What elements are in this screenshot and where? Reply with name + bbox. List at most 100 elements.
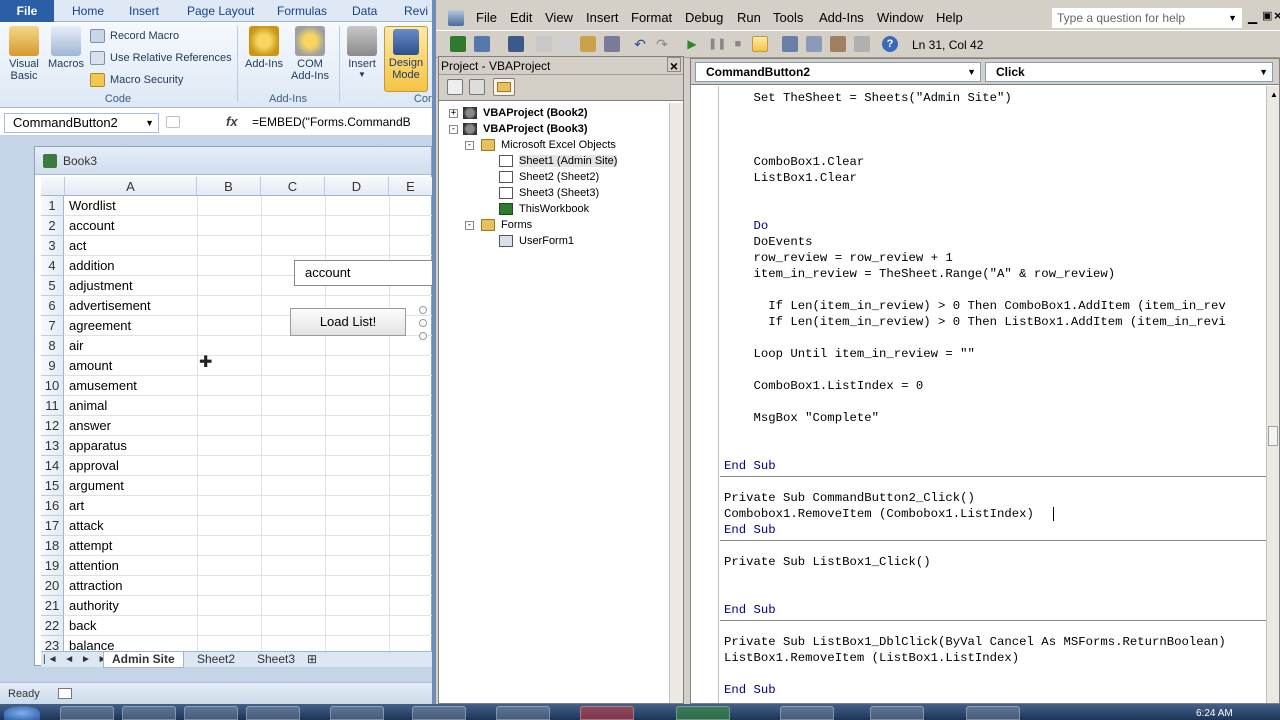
tab-data[interactable]: Data <box>352 0 377 22</box>
view-code-icon[interactable] <box>447 79 463 95</box>
cell-a[interactable]: back <box>65 616 96 636</box>
save-icon[interactable] <box>508 36 524 52</box>
menu-format[interactable]: Format <box>631 10 672 25</box>
formula-resize-handle[interactable] <box>166 116 180 128</box>
taskbar-app[interactable] <box>122 706 176 720</box>
row-header[interactable]: 16 <box>41 496 64 516</box>
menu-run[interactable]: Run <box>737 10 761 25</box>
code-line[interactable]: End Sub <box>724 522 776 538</box>
menu-tools[interactable]: Tools <box>773 10 803 25</box>
cell-a[interactable]: amount <box>65 356 112 376</box>
object-browser-icon[interactable] <box>830 36 846 52</box>
code-line[interactable]: ComboBox1.ListIndex = 0 <box>724 378 924 394</box>
cell-a[interactable]: account <box>65 216 115 236</box>
design-mode-button[interactable]: Design Mode <box>384 26 428 92</box>
project-explorer-icon[interactable] <box>782 36 798 52</box>
addins-button[interactable]: Add-Ins <box>242 26 286 70</box>
row-header[interactable]: 14 <box>41 456 64 476</box>
code-line[interactable]: MsgBox "Complete" <box>724 410 879 426</box>
resize-handle[interactable] <box>419 332 427 340</box>
code-line[interactable]: Set TheSheet = Sheets("Admin Site") <box>724 90 1012 106</box>
cell-a[interactable]: argument <box>65 476 124 496</box>
cell-a[interactable]: attempt <box>65 536 112 556</box>
column-header-a[interactable]: A <box>65 177 197 196</box>
taskbar-app[interactable] <box>330 706 384 720</box>
undo-icon[interactable]: ↶ <box>632 36 648 52</box>
row-header[interactable]: 18 <box>41 536 64 556</box>
row-header[interactable]: 17 <box>41 516 64 536</box>
code-line[interactable]: ListBox1.Clear <box>724 170 857 186</box>
copy-icon[interactable] <box>558 36 574 52</box>
sheet-tab-sheet3[interactable]: Sheet3 <box>249 652 303 668</box>
row-header[interactable]: 3 <box>41 236 64 256</box>
cell-a[interactable]: attack <box>65 516 104 536</box>
code-line[interactable]: Private Sub CommandButton2_Click() <box>724 490 975 506</box>
view-excel-icon[interactable] <box>450 36 466 52</box>
row-header[interactable]: 22 <box>41 616 64 636</box>
load-list-button[interactable]: Load List! <box>290 308 406 336</box>
cell-a[interactable]: balance <box>65 636 115 651</box>
row-header[interactable]: 12 <box>41 416 64 436</box>
properties-window-icon[interactable] <box>806 36 822 52</box>
row-header[interactable]: 15 <box>41 476 64 496</box>
tab-formulas[interactable]: Formulas <box>277 0 327 22</box>
design-mode-icon[interactable] <box>752 36 768 52</box>
chevron-down-icon[interactable]: ▼ <box>145 114 154 132</box>
tree-sheet1[interactable]: Sheet1 (Admin Site) <box>499 153 618 169</box>
row-header[interactable]: 19 <box>41 556 64 576</box>
visual-basic-button[interactable]: Visual Basic <box>4 26 44 82</box>
code-editor[interactable]: Set TheSheet = Sheets("Admin Site") Comb… <box>720 86 1266 703</box>
help-search-input[interactable]: Type a question for help ▼ <box>1052 8 1242 28</box>
cell-a[interactable]: adjustment <box>65 276 133 296</box>
code-line[interactable]: Loop Until item_in_review = "" <box>724 346 975 362</box>
code-line[interactable]: DoEvents <box>724 234 813 250</box>
row-header[interactable]: 20 <box>41 576 64 596</box>
macros-button[interactable]: Macros <box>46 26 86 70</box>
tab-insert[interactable]: Insert <box>129 0 159 22</box>
code-line[interactable]: Private Sub ListBox1_DblClick(ByVal Canc… <box>724 634 1226 650</box>
com-addins-button[interactable]: COM Add-Ins <box>288 26 332 82</box>
spreadsheet-grid[interactable]: A B C D E 1 Wordlist 2 account 3 act 4 addition… <box>41 177 432 651</box>
minimize-icon[interactable]: ▁ <box>1248 10 1257 24</box>
menu-window[interactable]: Window <box>877 10 923 25</box>
code-line[interactable]: If Len(item_in_review) > 0 Then ComboBox… <box>724 298 1226 314</box>
row-header[interactable]: 21 <box>41 596 64 616</box>
paste-icon[interactable] <box>580 36 596 52</box>
column-header-c[interactable]: C <box>261 177 325 196</box>
code-line[interactable]: row_review = row_review + 1 <box>724 250 953 266</box>
column-header-d[interactable]: D <box>325 177 389 196</box>
cell-a[interactable]: advertisement <box>65 296 151 316</box>
tree-sheet3[interactable]: Sheet3 (Sheet3) <box>499 185 599 201</box>
formula-input[interactable]: =EMBED("Forms.CommandB <box>252 115 411 129</box>
insert-control-button[interactable]: Insert ▼ <box>342 26 382 79</box>
code-margin[interactable] <box>691 86 719 703</box>
taskbar-app[interactable] <box>966 706 1020 720</box>
menu-view[interactable]: View <box>545 10 573 25</box>
toolbox-icon[interactable] <box>854 36 870 52</box>
code-line[interactable]: ComboBox1.Clear <box>724 154 865 170</box>
menu-help[interactable]: Help <box>936 10 963 25</box>
cell-a[interactable]: agreement <box>65 316 131 336</box>
taskbar-app-excel[interactable] <box>676 706 730 720</box>
row-header[interactable]: 7 <box>41 316 64 336</box>
record-macro-status-icon[interactable] <box>58 688 72 699</box>
insert-function-icon[interactable]: fx <box>226 114 238 129</box>
menu-addins[interactable]: Add-Ins <box>819 10 864 25</box>
vbe-app-icon[interactable] <box>448 10 464 26</box>
row-header[interactable]: 23 <box>41 636 64 651</box>
cell-a[interactable]: amusement <box>65 376 137 396</box>
code-line[interactable]: ListBox1.RemoveItem (ListBox1.ListIndex) <box>724 650 1019 666</box>
name-box[interactable]: CommandButton2 ▼ <box>4 113 159 133</box>
tree-vbaproject-book2[interactable]: VBAProject (Book2) <box>463 105 588 121</box>
resize-handle[interactable] <box>419 319 427 327</box>
tree-vbaproject-book3[interactable]: VBAProject (Book3) <box>463 121 588 137</box>
collapse-toggle[interactable]: - <box>449 125 458 134</box>
cell-a[interactable]: addition <box>65 256 115 276</box>
insert-userform-icon[interactable] <box>474 36 490 52</box>
cell-a[interactable]: attention <box>65 556 119 576</box>
macro-security-button[interactable]: Macro Security <box>90 70 183 90</box>
cell-a[interactable]: attraction <box>65 576 122 596</box>
taskbar-app-pdf[interactable] <box>580 706 634 720</box>
chevron-down-icon[interactable]: ▼ <box>1228 9 1237 27</box>
row-header[interactable]: 8 <box>41 336 64 356</box>
